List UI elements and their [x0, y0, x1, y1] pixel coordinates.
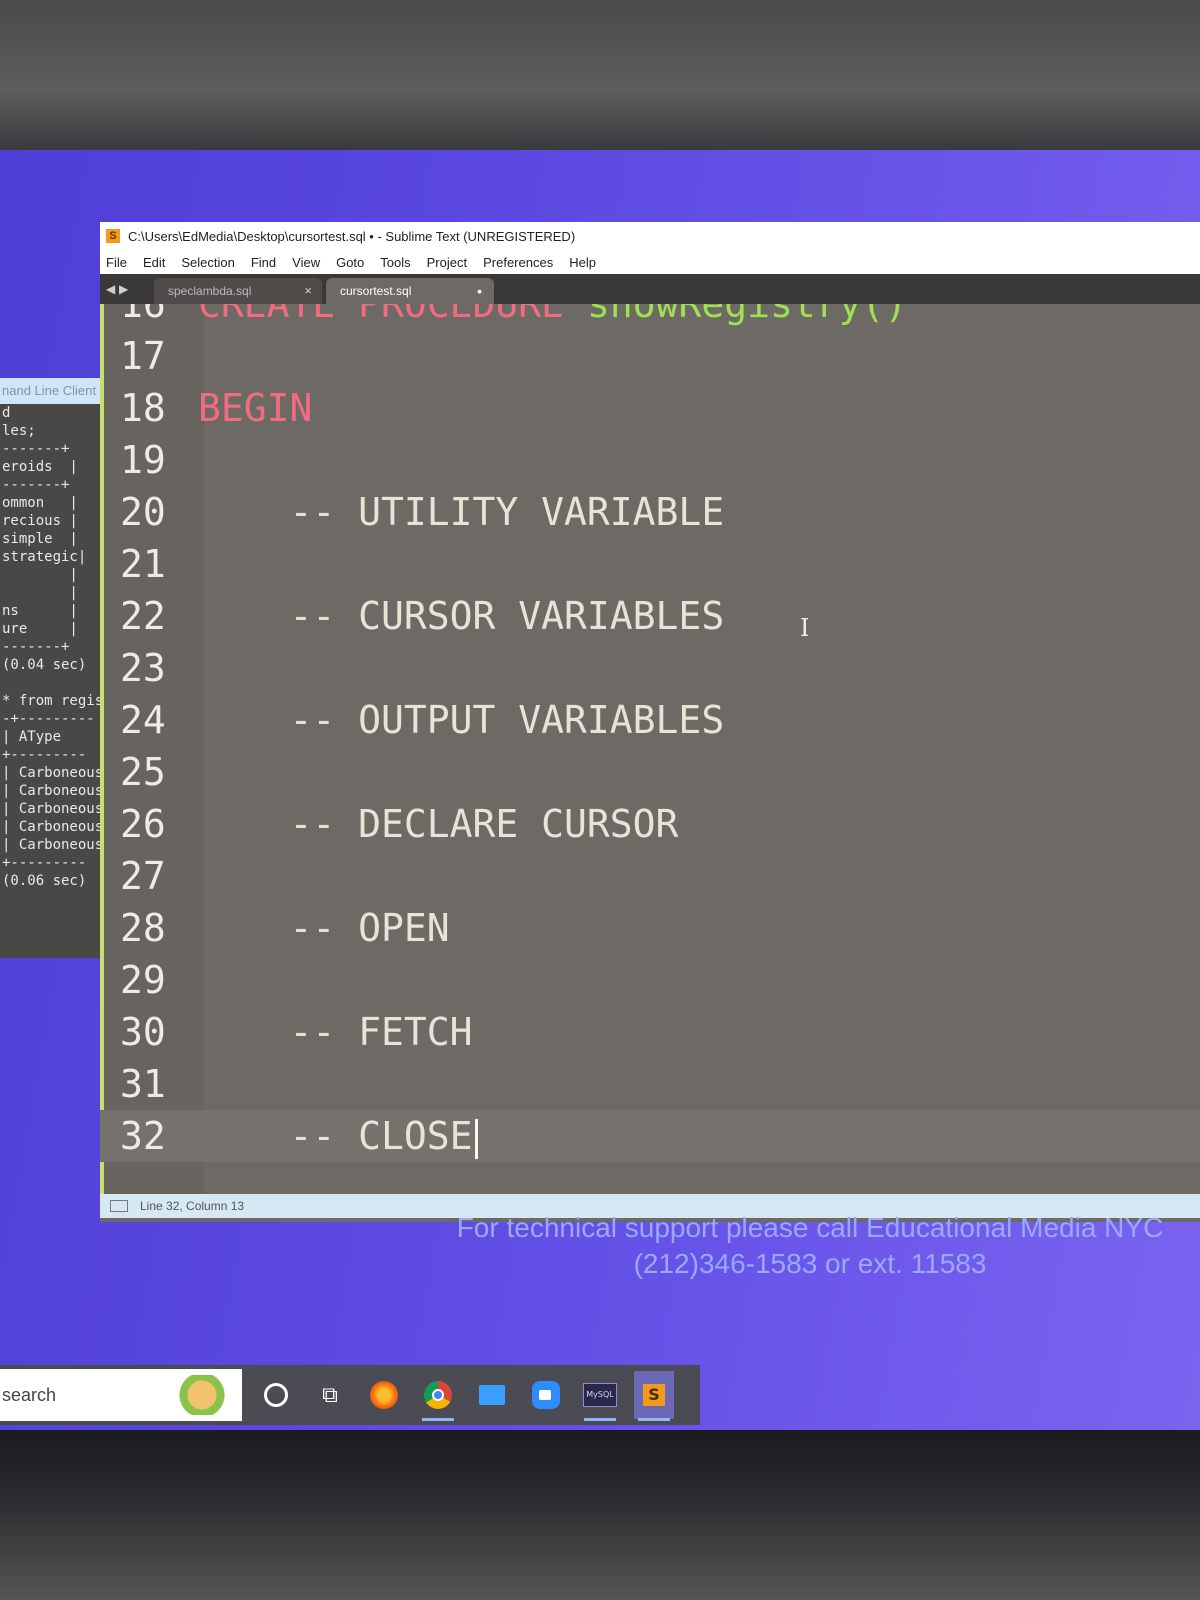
zoom-icon[interactable] [526, 1375, 566, 1415]
support-notice: For technical support please call Educat… [420, 1210, 1200, 1282]
line-number: 27 [120, 854, 166, 898]
tab-label: speclambda.sql [168, 284, 252, 298]
code-editor[interactable]: 16 CREATE PROCEDURE showRegistry() 17 18 BEG… [100, 304, 1200, 1194]
cursor-position: Line 32, Column 13 [140, 1199, 245, 1213]
line-number: 32 [120, 1114, 166, 1158]
line-number: 29 [120, 958, 166, 1002]
menu-help[interactable]: Help [569, 255, 596, 270]
close-icon[interactable]: × [304, 278, 312, 304]
code-text: -- CLOSE [198, 1110, 478, 1162]
tab-cursortest[interactable]: cursortest.sql • [326, 278, 494, 304]
mysql-icon[interactable]: MySQL [580, 1375, 620, 1421]
desktop: nand Line Client d les; -------+ eroids | --… [0, 150, 1200, 1430]
support-line-1: For technical support please call Educat… [456, 1212, 1164, 1243]
function-token: showRegistry() [586, 304, 908, 326]
code-line: 30 -- FETCH [100, 1006, 1200, 1058]
comment-token: -- OUTPUT VARIABLES [198, 698, 725, 742]
code-text: -- CURSOR VARIABLES [198, 590, 725, 642]
menu-project[interactable]: Project [427, 255, 467, 270]
line-number: 25 [120, 750, 166, 794]
sublime-text-window[interactable]: S C:\Users\EdMedia\Desktop\cursortest.sq… [100, 222, 1200, 1222]
menu-selection[interactable]: Selection [181, 255, 234, 270]
code-text: -- DECLARE CURSOR [198, 798, 679, 850]
tab-bar: ◀ ▶ speclambda.sql × cursortest.sql • [100, 274, 1200, 304]
text-cursor-ibeam-icon: I [800, 614, 810, 642]
cortana-icon[interactable] [256, 1375, 296, 1415]
menu-bar: File Edit Selection Find View Goto Tools… [100, 250, 1200, 274]
code-line: 17 [100, 330, 1200, 382]
sublime-text-taskbar-icon[interactable]: S [634, 1371, 674, 1421]
comment-token: -- UTILITY VARIABLE [198, 490, 725, 534]
code-line: 19 [100, 434, 1200, 486]
menu-view[interactable]: View [292, 255, 320, 270]
taskbar-search[interactable]: search [0, 1369, 242, 1421]
line-number: 20 [120, 490, 166, 534]
support-line-2: (212)346-1583 or ext. 11583 [633, 1248, 987, 1279]
code-line: 31 [100, 1058, 1200, 1110]
code-text: -- OUTPUT VARIABLES [198, 694, 725, 746]
firefox-icon[interactable] [364, 1375, 404, 1415]
tab-nav-arrows-icon[interactable]: ◀ ▶ [106, 274, 154, 304]
unsaved-dot-icon[interactable]: • [477, 278, 482, 304]
code-text: CREATE PROCEDURE showRegistry() [198, 304, 907, 330]
code-line: 22 -- CURSOR VARIABLES [100, 590, 1200, 642]
code-text: -- FETCH [198, 1006, 473, 1058]
line-number: 23 [120, 646, 166, 690]
code-text: -- OPEN [198, 902, 450, 954]
window-title: C:\Users\EdMedia\Desktop\cursortest.sql … [128, 228, 576, 244]
search-label: search [2, 1385, 57, 1405]
code-line: 32 -- CLOSE [100, 1110, 1200, 1162]
menu-goto[interactable]: Goto [336, 255, 364, 270]
keyword-token: BEGIN [198, 386, 313, 430]
code-line: 24 -- OUTPUT VARIABLES [100, 694, 1200, 746]
line-number: 24 [120, 698, 166, 742]
keyword-token: CREATE PROCEDURE [198, 304, 587, 326]
code-line: 26 -- DECLARE CURSOR [100, 798, 1200, 850]
sublime-app-icon: S [106, 229, 120, 243]
code-line: 20 -- UTILITY VARIABLE [100, 486, 1200, 538]
code-text: BEGIN [198, 382, 312, 434]
line-number: 28 [120, 906, 166, 950]
windows-taskbar: search ⧉ MySQL S [0, 1365, 700, 1425]
code-line: 27 [100, 850, 1200, 902]
comment-token: -- FETCH [198, 1010, 473, 1054]
line-number: 31 [120, 1062, 166, 1106]
task-view-icon[interactable]: ⧉ [310, 1375, 350, 1415]
menu-preferences[interactable]: Preferences [483, 255, 553, 270]
code-line: 29 [100, 954, 1200, 1006]
code-line: 21 [100, 538, 1200, 590]
code-line: 23 [100, 642, 1200, 694]
line-number: 19 [120, 438, 166, 482]
menu-edit[interactable]: Edit [143, 255, 165, 270]
remote-desktop-icon[interactable] [472, 1375, 512, 1415]
code-line: 28 -- OPEN [100, 902, 1200, 954]
comment-token: -- DECLARE CURSOR [198, 802, 679, 846]
menu-find[interactable]: Find [251, 255, 276, 270]
text-caret [474, 1118, 478, 1159]
comment-token: -- CLOSE [198, 1114, 473, 1158]
code-text: -- UTILITY VARIABLE [198, 486, 725, 538]
line-number: 17 [120, 334, 166, 378]
menu-tools[interactable]: Tools [380, 255, 410, 270]
line-number: 18 [120, 386, 166, 430]
code-line: 25 [100, 746, 1200, 798]
room-wall [0, 0, 1200, 150]
line-number: 26 [120, 802, 166, 846]
tab-speclambda[interactable]: speclambda.sql × [154, 278, 322, 304]
code-line: 18 BEGIN [100, 382, 1200, 434]
tab-label: cursortest.sql [340, 284, 412, 298]
comment-token: -- OPEN [198, 906, 450, 950]
menu-file[interactable]: File [106, 255, 127, 270]
line-number: 22 [120, 594, 166, 638]
search-highlight-icon [158, 1375, 238, 1415]
line-number: 16 [120, 304, 166, 326]
comment-token: -- CURSOR VARIABLES [198, 594, 725, 638]
code-line: 16 CREATE PROCEDURE showRegistry() [100, 304, 1200, 330]
window-titlebar[interactable]: S C:\Users\EdMedia\Desktop\cursortest.sq… [100, 222, 1200, 250]
monitor-bezel [0, 1430, 1200, 1600]
line-number: 21 [120, 542, 166, 586]
chrome-icon[interactable] [418, 1375, 458, 1421]
line-number: 30 [120, 1010, 166, 1054]
console-toggle-icon[interactable] [110, 1200, 128, 1212]
